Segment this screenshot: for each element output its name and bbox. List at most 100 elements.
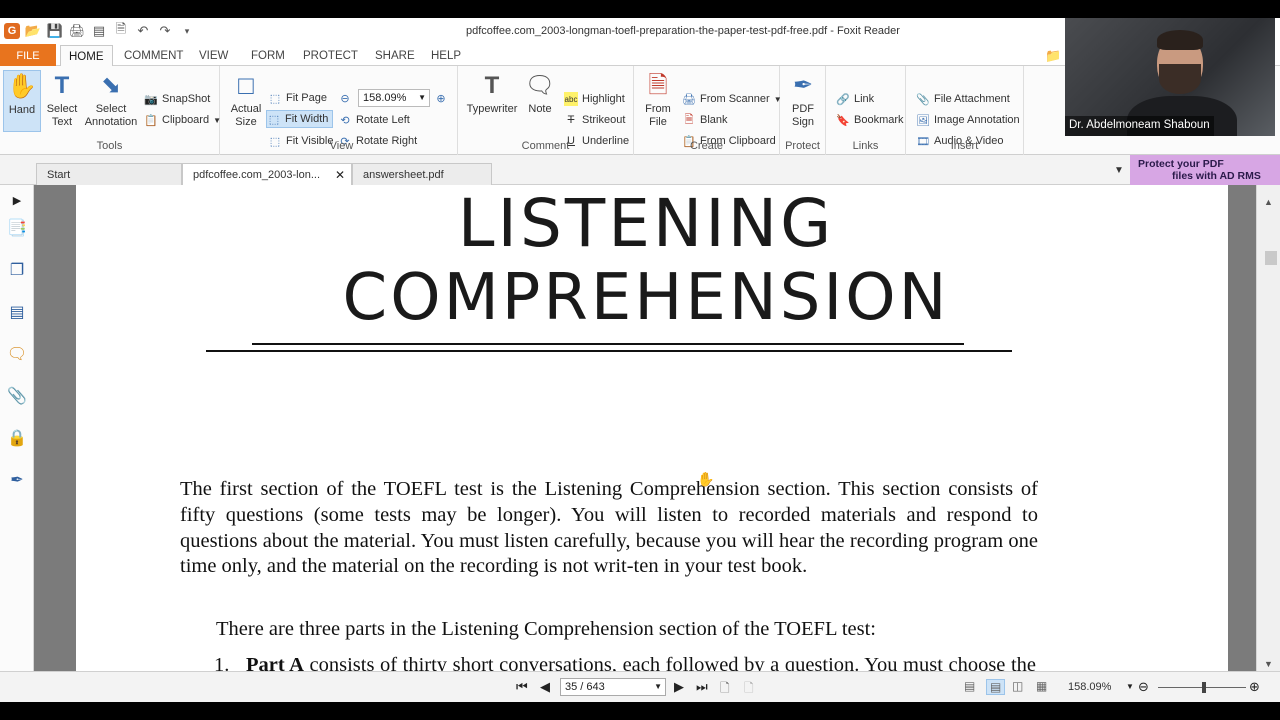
scroll-thumb[interactable]	[1265, 251, 1277, 265]
tab-protect[interactable]: PROTECT	[295, 47, 366, 66]
new-document-icon[interactable]: 🗎	[112, 21, 130, 39]
tab-comment[interactable]: COMMENT	[116, 47, 191, 66]
tab-file[interactable]: FILE	[0, 44, 56, 66]
ad-banner[interactable]: Protect your PDF files with AD RMS	[1130, 155, 1280, 185]
vertical-scrollbar[interactable]: ▲ ▼	[1256, 185, 1280, 671]
last-page-icon[interactable]: ⏭	[696, 679, 708, 695]
zoom-slider[interactable]	[1158, 682, 1246, 693]
search-folder-icon[interactable]: 📁	[1045, 48, 1061, 64]
tab-document-active[interactable]: pdfcoffee.com_2003-lon... ✕	[182, 163, 352, 185]
properties-icon[interactable]: ▤	[90, 23, 108, 39]
pdf-sign-button[interactable]: ✒ PDF Sign	[785, 70, 821, 129]
print-icon[interactable]: 🖨	[68, 23, 86, 39]
previous-page-icon[interactable]: ◀	[540, 679, 550, 695]
pdf-page: LISTENING COMPREHENSION The first sectio…	[76, 185, 1228, 671]
foxit-logo-icon: G	[4, 23, 20, 39]
file-attachment-button[interactable]: 📎 File Attachment	[916, 90, 1010, 108]
typewriter-button[interactable]: T Typewriter	[466, 70, 518, 116]
security-panel-icon[interactable]: 🔒	[6, 427, 28, 449]
camera-icon: 📷	[144, 93, 158, 106]
heading-rule-upper	[252, 343, 964, 345]
zoom-level[interactable]: 158.09%	[1068, 681, 1111, 693]
facing-view-icon[interactable]: ◫	[1012, 679, 1023, 693]
previous-view-icon[interactable]: 🗋	[720, 679, 730, 700]
image-icon: 🖼	[916, 114, 930, 127]
text-cursor-icon: T	[54, 71, 70, 99]
next-page-icon[interactable]: ▶	[674, 679, 684, 695]
fit-page-icon: ⬚	[269, 92, 281, 105]
tab-home[interactable]: HOME	[60, 45, 113, 67]
zoom-slider-knob[interactable]	[1202, 682, 1206, 693]
blank-button[interactable]: 🗎 Blank	[682, 111, 728, 129]
hand-cursor-icon: ✋	[697, 471, 715, 487]
open-folder-icon[interactable]: 📂	[24, 23, 42, 39]
tab-form[interactable]: FORM	[243, 47, 293, 66]
page-number-field[interactable]: 35 / 643 ▼	[560, 678, 666, 696]
from-file-button[interactable]: 🗎 From File	[642, 70, 674, 129]
zoom-dropdown-icon[interactable]: ▼	[1126, 682, 1134, 691]
continuous-facing-view-icon[interactable]: ▦	[1036, 679, 1047, 693]
layers-panel-icon[interactable]: ▤	[6, 301, 28, 323]
paperclip-icon: 📎	[916, 93, 930, 106]
links-group: 🔗 Link 🔖 Bookmark Links	[826, 66, 906, 155]
actual-size-icon: □	[238, 69, 254, 100]
fit-width-icon: ⬚	[268, 113, 280, 126]
zoom-out-icon[interactable]: ⊖	[1138, 679, 1149, 695]
image-annotation-button[interactable]: 🖼 Image Annotation	[916, 111, 1020, 129]
strikeout-button[interactable]: T Strikeout	[564, 111, 626, 129]
single-page-view-icon[interactable]: ▤	[964, 679, 975, 693]
bookmark-button[interactable]: 🔖 Bookmark	[836, 111, 903, 129]
select-text-button[interactable]: T Select Text	[44, 70, 80, 129]
signature-panel-icon[interactable]: ✒	[6, 469, 28, 491]
zoom-out-icon[interactable]: ⊖	[338, 89, 352, 107]
list-item-part-a: Part A consists of thirty short conversa…	[246, 653, 1036, 671]
undo-icon[interactable]: ↶	[134, 23, 152, 39]
scroll-down-icon[interactable]: ▼	[1264, 659, 1273, 669]
tab-start[interactable]: Start	[36, 163, 182, 185]
snapshot-button[interactable]: 📷 SnapShot	[144, 90, 210, 108]
pages-panel-icon[interactable]: ❐	[6, 259, 28, 281]
foxit-reader-window: G 📂 💾 🖨 ▤ 🗎 ↶ ↷ ▾ pdfcoffee.com_2003-lon…	[0, 18, 1280, 702]
tab-share[interactable]: SHARE	[367, 47, 423, 66]
continuous-view-icon[interactable]: ▤	[986, 679, 1006, 695]
scroll-up-icon[interactable]: ▲	[1264, 197, 1273, 207]
first-page-icon[interactable]: ⏮	[516, 679, 528, 695]
tab-view[interactable]: VIEW	[191, 47, 236, 66]
window-title: pdfcoffee.com_2003-longman-toefl-prepara…	[466, 25, 900, 37]
chevron-down-icon: ▼	[418, 93, 426, 102]
link-button[interactable]: 🔗 Link	[836, 90, 874, 108]
next-view-icon[interactable]: 🗋	[744, 679, 754, 700]
select-annotation-icon: ⬊	[100, 71, 122, 99]
document-viewer[interactable]: LISTENING COMPREHENSION The first sectio…	[34, 185, 1256, 671]
bookmarks-panel-icon[interactable]: 📑	[6, 217, 28, 239]
expand-panel-icon[interactable]: ▶	[6, 189, 28, 211]
comments-panel-icon[interactable]: 🗨	[6, 343, 28, 365]
note-button[interactable]: 🗨 Note	[524, 70, 556, 116]
close-tab-icon[interactable]: ✕	[335, 168, 345, 182]
status-bar: ⏮ ◀ 35 / 643 ▼ ▶ ⏭ 🗋 🗋 ▤ ▤ ◫ ▦ 158.09% ▼…	[0, 671, 1280, 702]
clipboard-button[interactable]: 📋 Clipboard ▼	[144, 111, 221, 129]
heading-rule-lower	[206, 350, 1012, 352]
redo-icon[interactable]: ↷	[156, 23, 174, 39]
rotate-left-button[interactable]: ⟲ Rotate Left	[338, 111, 409, 129]
highlight-button[interactable]: abc Highlight	[564, 90, 625, 108]
tab-list-dropdown-icon[interactable]: ▼	[1114, 165, 1124, 176]
attachments-panel-icon[interactable]: 📎	[6, 385, 28, 407]
fit-page-button[interactable]: ⬚ Fit Page	[268, 89, 327, 107]
zoom-in-icon[interactable]: ⊕	[1249, 679, 1260, 695]
zoom-in-icon[interactable]: ⊕	[434, 89, 448, 107]
from-scanner-button[interactable]: 🖨 From Scanner ▼	[682, 90, 782, 108]
save-icon[interactable]: 💾	[46, 23, 64, 39]
note-icon: 🗨	[524, 71, 556, 99]
tab-help[interactable]: HELP	[423, 47, 469, 66]
zoom-combo[interactable]: 158.09% ▼	[358, 89, 430, 107]
strikeout-icon: T	[567, 114, 575, 126]
customize-dropdown-icon[interactable]: ▾	[178, 23, 196, 39]
actual-size-button[interactable]: □ Actual Size	[230, 70, 262, 129]
select-annotation-button[interactable]: ⬊ Select Annotation	[84, 70, 138, 129]
hand-tool-button[interactable]: ✋ Hand	[3, 70, 41, 132]
fit-width-button[interactable]: ⬚ Fit Width	[266, 110, 334, 128]
tab-answersheet[interactable]: answersheet.pdf	[352, 163, 492, 185]
blank-page-icon: 🗎	[684, 113, 694, 126]
document-tab-bar: Start pdfcoffee.com_2003-lon... ✕ answer…	[0, 155, 1280, 185]
